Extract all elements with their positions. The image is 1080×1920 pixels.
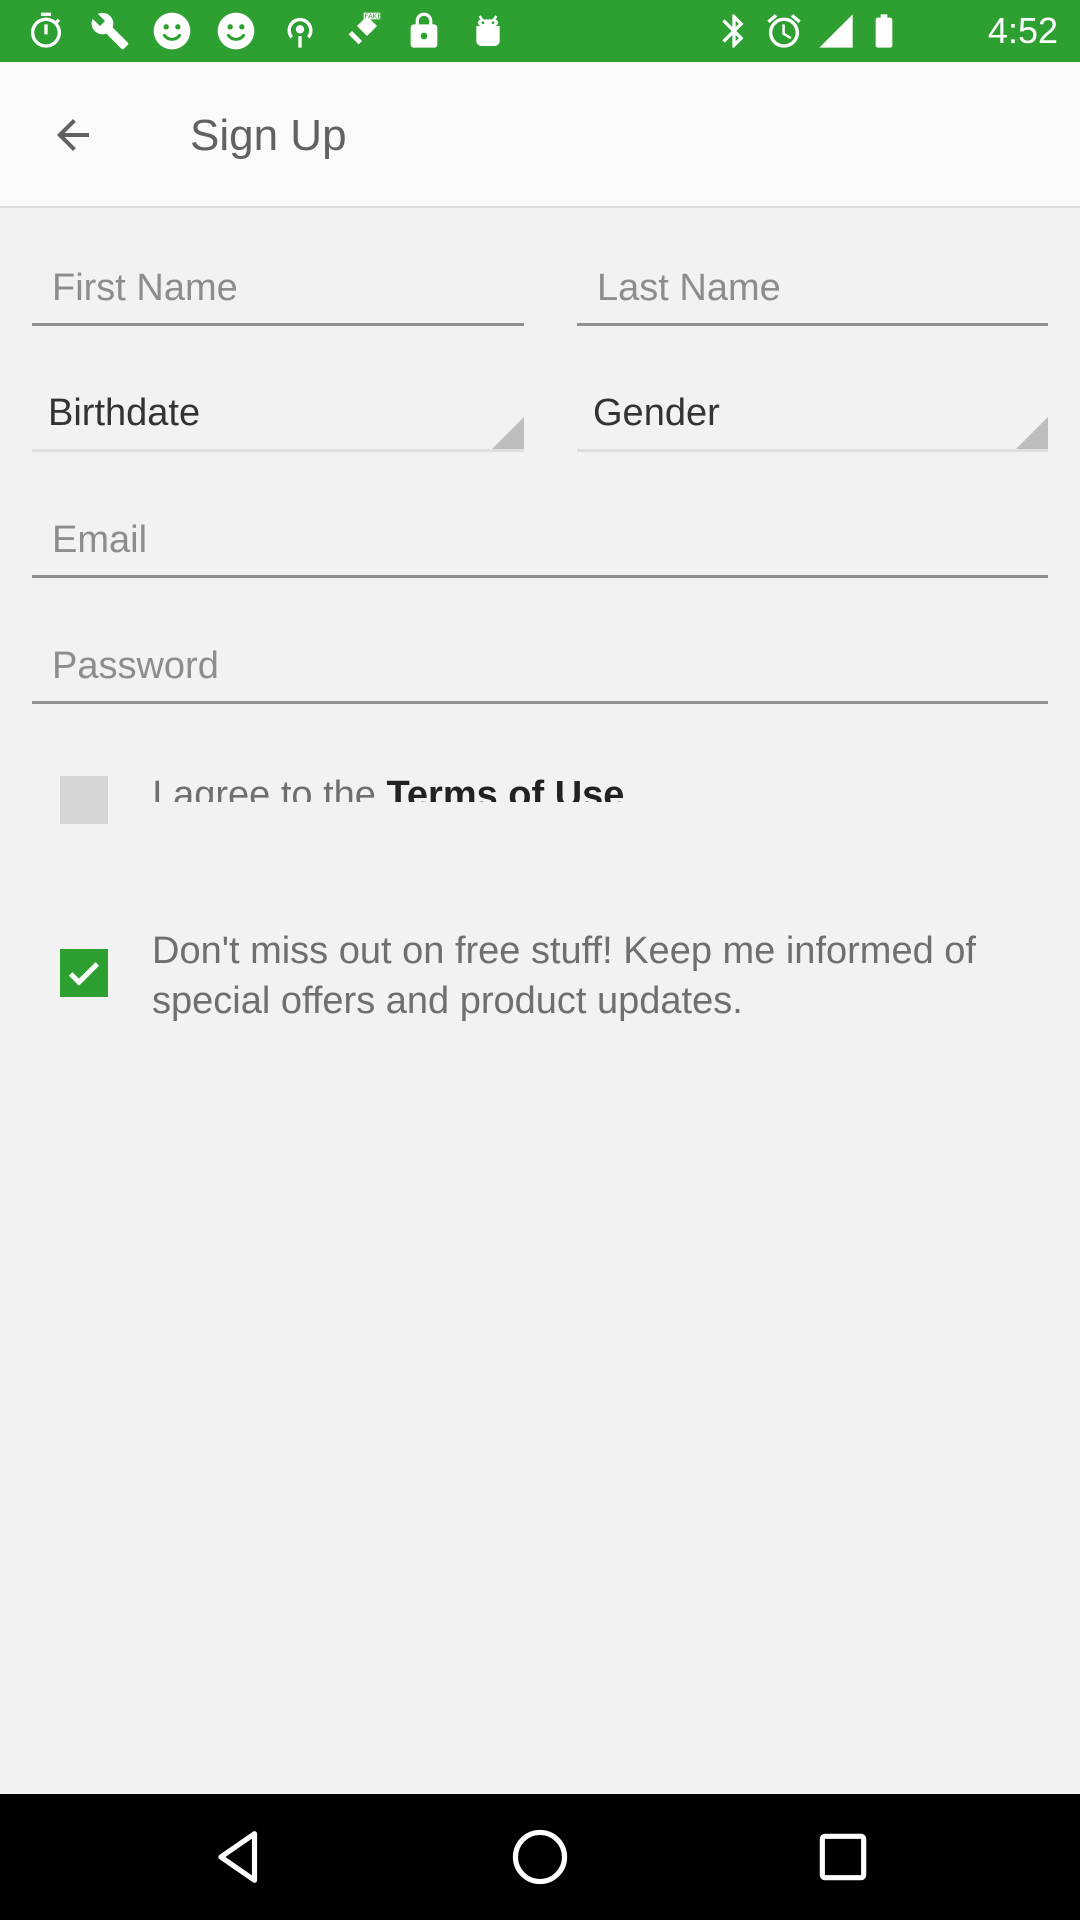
dropdown-corner-icon xyxy=(1016,417,1048,449)
home-circle-icon xyxy=(512,1829,568,1885)
battery-icon xyxy=(862,9,906,53)
smiley-icon xyxy=(214,9,258,53)
email-placeholder: Email xyxy=(52,519,148,561)
first-name-field[interactable]: First Name xyxy=(32,226,524,326)
birthdate-select[interactable]: Birthdate xyxy=(32,352,524,452)
svg-text:FAKE: FAKE xyxy=(365,13,382,21)
lock-icon xyxy=(402,9,446,53)
password-field[interactable]: Password xyxy=(32,604,1048,704)
terms-prefix: I agree to the xyxy=(152,774,387,802)
newsletter-checkbox[interactable] xyxy=(60,949,108,997)
nav-home-button[interactable] xyxy=(505,1822,575,1892)
page-title: Sign Up xyxy=(190,111,347,160)
stopwatch-icon xyxy=(24,9,68,53)
terms-text: I agree to the Terms of Use xyxy=(152,766,932,802)
signal-icon xyxy=(814,9,858,53)
recents-square-icon xyxy=(819,1833,867,1881)
back-triangle-icon xyxy=(218,1831,258,1883)
checkmark-icon xyxy=(68,962,100,986)
password-placeholder: Password xyxy=(52,645,219,687)
wrench-icon xyxy=(88,9,132,53)
email-field[interactable]: Email xyxy=(32,478,1048,578)
fake-gps-icon: FAKE xyxy=(340,9,384,53)
birthdate-label: Birthdate xyxy=(48,392,201,434)
gender-select[interactable]: Gender xyxy=(577,352,1048,452)
android-icon xyxy=(466,9,510,53)
nav-recents-button[interactable] xyxy=(808,1822,878,1892)
dropdown-corner-icon xyxy=(492,417,524,449)
back-button[interactable] xyxy=(38,104,108,166)
back-arrow-icon xyxy=(57,119,89,151)
terms-label: I agree to the Terms of Use xyxy=(152,770,624,802)
status-bar: FAKE 4:52 xyxy=(0,0,1080,62)
alarm-icon xyxy=(762,9,806,53)
last-name-field[interactable]: Last Name xyxy=(577,226,1048,326)
first-name-placeholder: First Name xyxy=(52,267,238,309)
terms-of-use-link[interactable]: Terms of Use xyxy=(387,774,625,802)
newsletter-label: Don't miss out on free stuff! Keep me in… xyxy=(152,930,976,1022)
navigation-bar xyxy=(0,1794,1080,1920)
nav-back-button[interactable] xyxy=(204,1822,274,1892)
terms-checkbox[interactable] xyxy=(60,776,108,824)
gender-label: Gender xyxy=(593,392,720,434)
podcast-icon xyxy=(278,9,322,53)
smiley-icon xyxy=(150,9,194,53)
status-time: 4:52 xyxy=(987,10,1058,51)
app-bar: Sign Up xyxy=(0,62,1080,208)
last-name-placeholder: Last Name xyxy=(597,267,781,309)
bluetooth-icon xyxy=(712,9,756,53)
